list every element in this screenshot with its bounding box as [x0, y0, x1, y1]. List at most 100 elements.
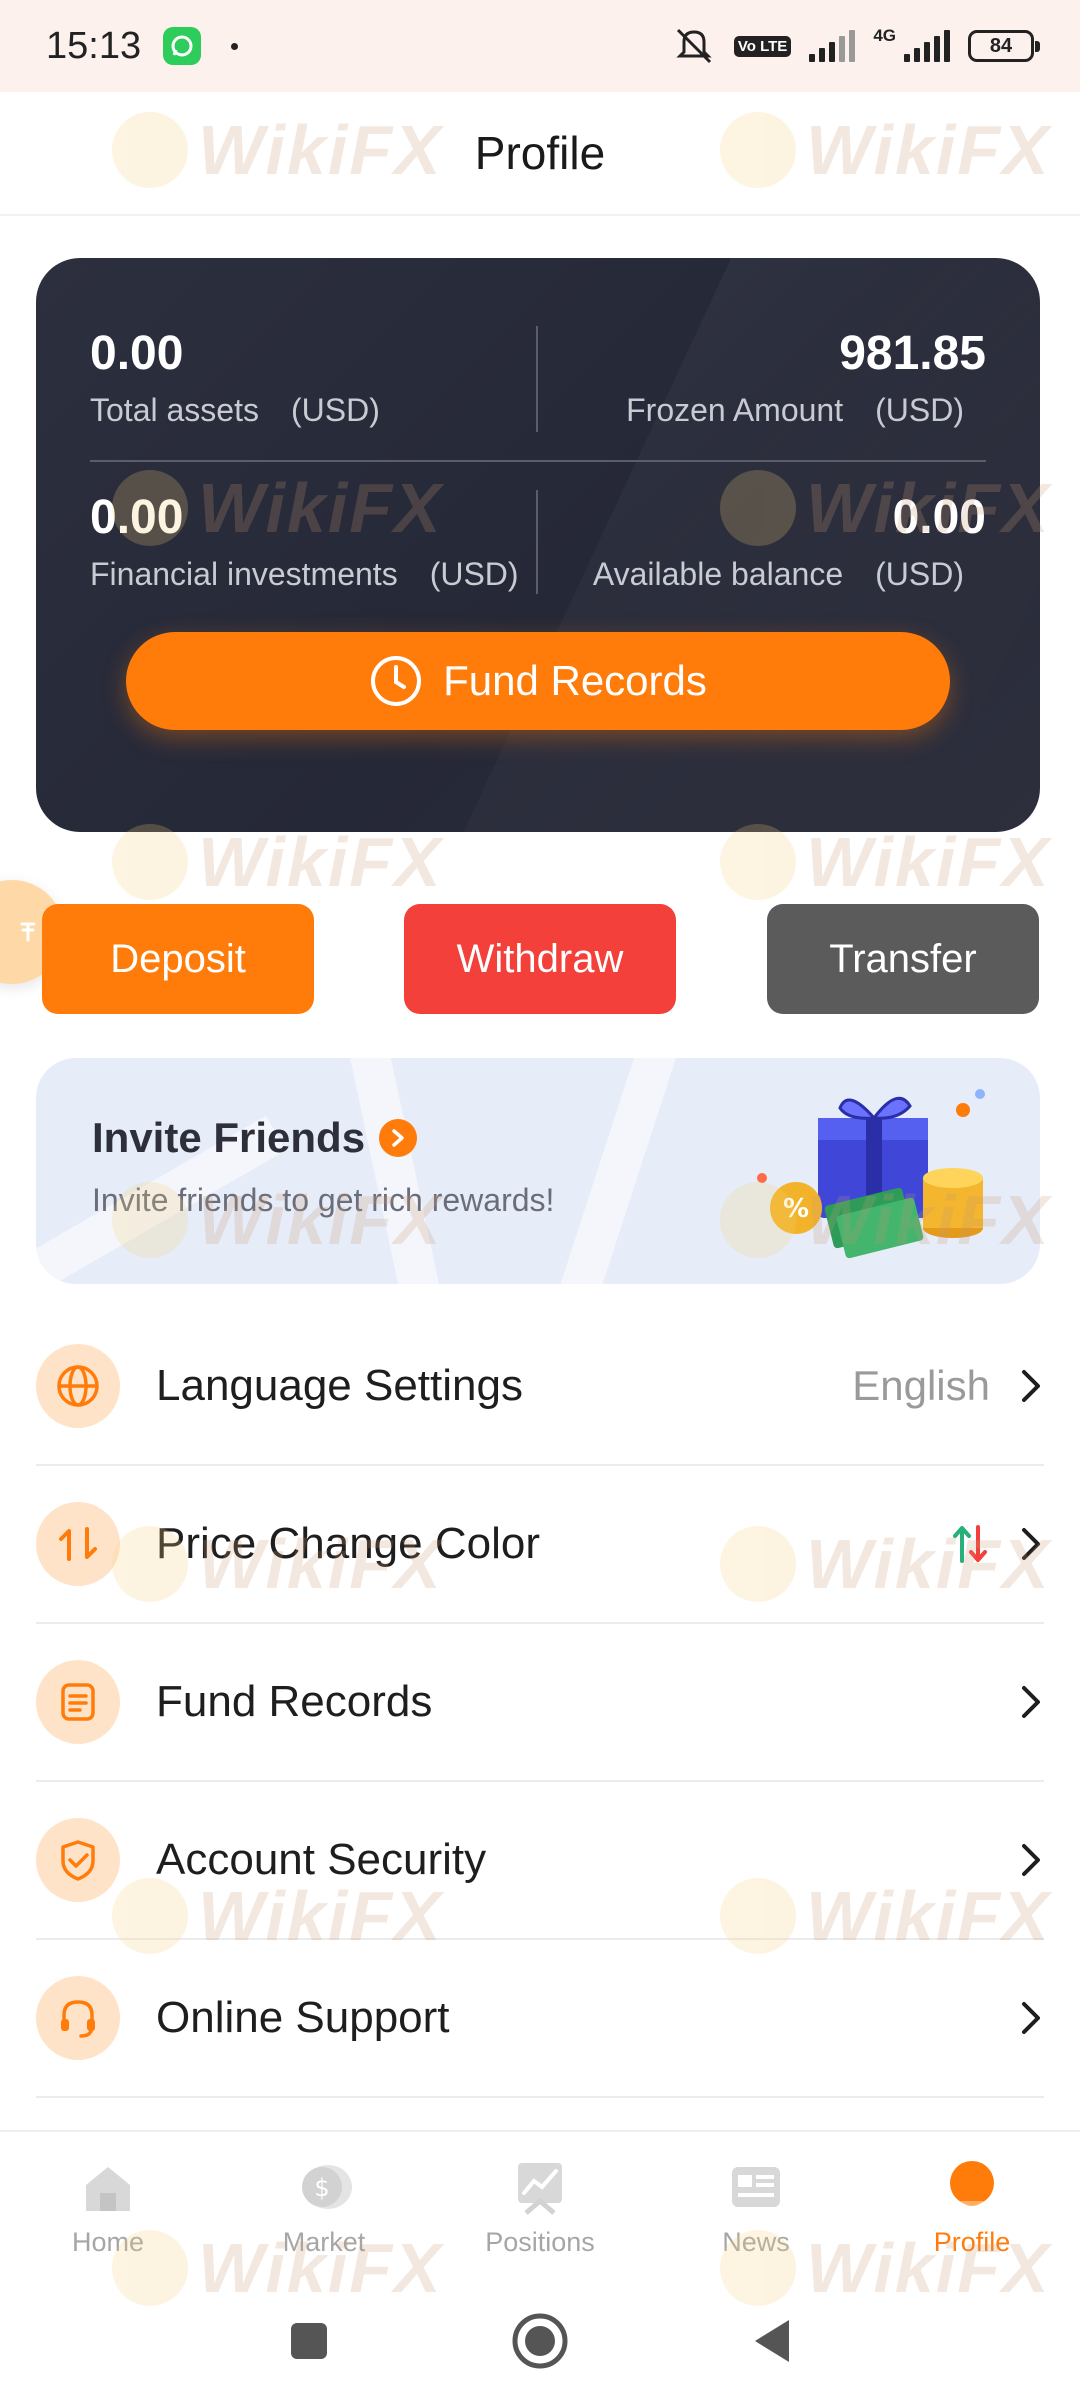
menu-fund-records[interactable]: Fund Records: [36, 1624, 1044, 1782]
nav-market[interactable]: $ Market: [224, 2157, 424, 2258]
back-icon[interactable]: [749, 2316, 793, 2366]
menu-online-support[interactable]: Online Support: [36, 1940, 1044, 2098]
total-assets: 0.00 Total assets (USD): [90, 326, 560, 432]
status-bar: 15:13 Vo LTE 4G 84: [0, 0, 1080, 92]
divider-horizontal: [90, 460, 986, 462]
deposit-button[interactable]: Deposit: [42, 904, 314, 1014]
profile-icon: [950, 2160, 994, 2206]
financial-investments-value: 0.00: [90, 491, 184, 544]
language-value: English: [852, 1362, 990, 1409]
nav-profile[interactable]: Profile: [872, 2157, 1072, 2258]
invite-subtitle: Invite friends to get rich rewards!: [92, 1182, 555, 1218]
banner-ray: [347, 1058, 445, 1284]
headset-icon: [36, 1976, 120, 2060]
transfer-button[interactable]: Transfer: [767, 904, 1039, 1014]
menu-label: Account Security: [156, 1835, 487, 1884]
watermark-text: WikiFX: [198, 823, 443, 901]
financial-investments-label: Financial investments (USD): [90, 556, 519, 592]
menu-account-security[interactable]: Account Security: [36, 1782, 1044, 1940]
invite-friends-banner[interactable]: Invite Friends Invite friends to get ric…: [36, 1058, 1040, 1284]
profile-screen: 15:13 Vo LTE 4G 84 Profile 0.00 Total as…: [0, 0, 1080, 2400]
page-title: Profile: [474, 127, 606, 179]
signal-2-icon: [904, 30, 950, 62]
arrow-right-icon: [379, 1119, 418, 1157]
home-icon: [86, 2166, 130, 2211]
available-balance-value: 0.00: [892, 491, 986, 544]
swap-arrows-icon: [36, 1502, 120, 1586]
nav-home[interactable]: Home: [8, 2157, 208, 2258]
battery-level: 84: [989, 34, 1013, 57]
withdraw-button[interactable]: Withdraw: [404, 904, 676, 1014]
menu-label: Language Settings: [156, 1361, 523, 1410]
recents-icon[interactable]: [287, 2319, 331, 2363]
divider-vertical-top: [536, 326, 538, 432]
status-time: 15:13: [46, 24, 142, 67]
chevron-right-icon: [1022, 1528, 1040, 1560]
nav-label: Profile: [933, 2226, 1011, 2257]
watermark-text: WikiFX: [806, 823, 1051, 901]
nav-label: Market: [282, 2226, 366, 2257]
globe-icon: [36, 1344, 120, 1428]
chevron-right-icon: [1022, 1844, 1040, 1876]
chart-icon: [518, 2162, 562, 2215]
available-balance-label: Available balance (USD): [592, 556, 964, 592]
chevron-right-icon: [1022, 2002, 1040, 2034]
signal-1-icon: [809, 30, 856, 62]
coin-icon: $: [302, 2164, 352, 2209]
whatsapp-icon: [163, 27, 202, 65]
clock-icon: [371, 656, 422, 706]
watermark: WikiFX: [112, 822, 443, 902]
chevron-right-icon: [1022, 1686, 1040, 1718]
gift-rewards-icon: %: [757, 1089, 985, 1259]
nav-label: News: [722, 2226, 790, 2257]
menu-label: Online Support: [156, 1993, 450, 2042]
network-type: 4G: [873, 26, 896, 45]
menu-label: Fund Records: [156, 1677, 433, 1726]
asset-card: 0.00 Total assets (USD) 981.85 Frozen Am…: [36, 258, 1040, 832]
svg-text:%: %: [783, 1194, 809, 1224]
volte-badge: Vo LTE: [733, 35, 792, 57]
battery-icon: 84: [968, 30, 1040, 62]
menu-right: [1018, 1842, 1044, 1878]
header: Profile: [0, 92, 1080, 216]
shield-check-icon: [36, 1818, 120, 1902]
total-assets-value: 0.00: [90, 327, 184, 380]
bottom-nav: Home $ Market Positions News Profile: [0, 2130, 1080, 2282]
invite-title: Invite Friends: [92, 1114, 418, 1162]
fund-records-button-label: Fund Records: [443, 657, 707, 704]
system-nav-bar: [0, 2282, 1080, 2400]
menu-right: English: [852, 1362, 1044, 1410]
banner-ray: [553, 1058, 679, 1284]
notification-dot-icon: [231, 42, 239, 50]
nav-news[interactable]: News: [656, 2157, 856, 2258]
frozen-amount-label: Frozen Amount (USD): [626, 392, 964, 428]
status-left: 15:13: [46, 24, 239, 68]
financial-investments: 0.00 Financial investments (USD): [90, 490, 560, 596]
watermark: WikiFX: [720, 822, 1051, 902]
available-balance: 0.00 Available balance (USD): [516, 490, 986, 596]
watermark-logo-icon: [112, 824, 188, 900]
frozen-amount: 981.85 Frozen Amount (USD): [516, 326, 986, 432]
invite-title-text: Invite Friends: [92, 1114, 366, 1161]
nav-positions[interactable]: Positions: [440, 2157, 640, 2258]
newspaper-icon: [732, 2166, 780, 2207]
nav-label: Positions: [485, 2226, 595, 2257]
menu-right: [1018, 2000, 1044, 2036]
nav-label: Home: [71, 2226, 145, 2257]
mute-icon: [676, 28, 712, 64]
menu-label: Price Change Color: [156, 1519, 540, 1568]
fund-records-button[interactable]: Fund Records: [126, 632, 950, 730]
home-button-icon[interactable]: [511, 2312, 569, 2370]
svg-text:$: $: [314, 2174, 329, 2202]
up-down-color-icon: [953, 1525, 987, 1563]
watermark-logo-icon: [720, 824, 796, 900]
menu-language-settings[interactable]: Language Settings English: [36, 1308, 1044, 1466]
menu-price-change-color[interactable]: Price Change Color: [36, 1466, 1044, 1624]
frozen-amount-value: 981.85: [839, 327, 986, 380]
menu-right: [1018, 1684, 1044, 1720]
menu-right: [950, 1521, 1044, 1567]
chevron-right-icon: [1022, 1370, 1040, 1402]
status-right: Vo LTE 4G 84: [672, 26, 1040, 66]
total-assets-label: Total assets (USD): [90, 392, 380, 428]
document-icon: [36, 1660, 120, 1744]
